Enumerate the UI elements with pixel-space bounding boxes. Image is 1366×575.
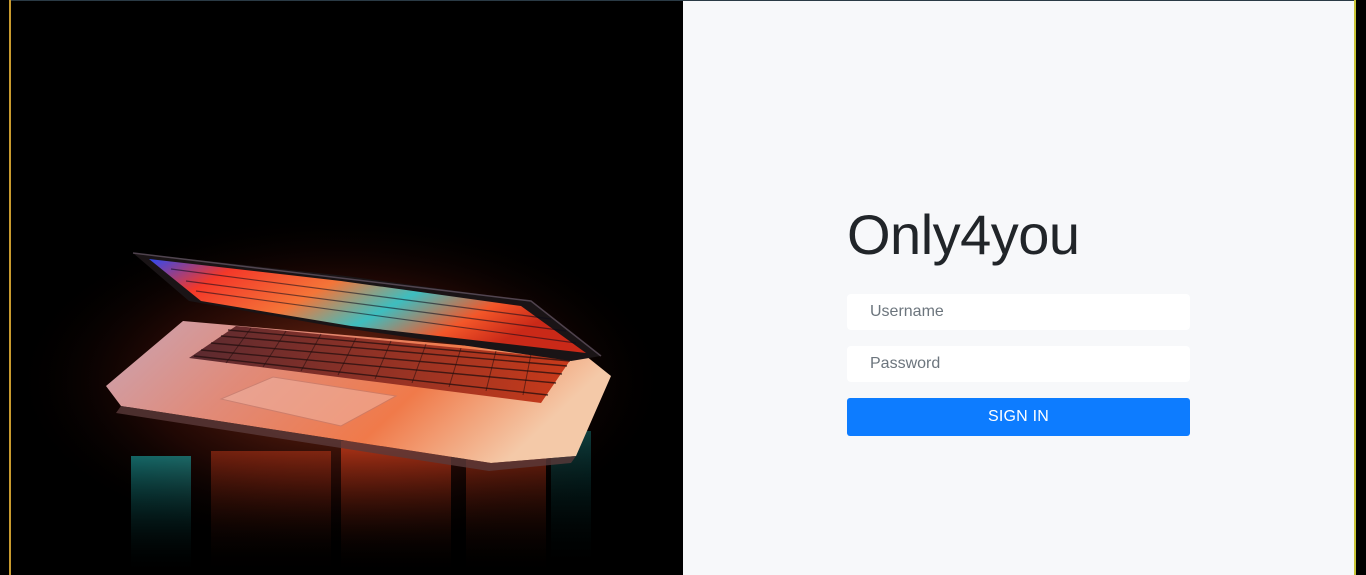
- username-input[interactable]: [847, 294, 1190, 330]
- frame-edge-right: [1354, 0, 1356, 575]
- login-form: Only4you SIGN IN: [847, 203, 1190, 436]
- hero-image-laptop: [11, 1, 683, 575]
- login-panel: Only4you SIGN IN: [683, 1, 1354, 575]
- password-input[interactable]: [847, 346, 1190, 382]
- sign-in-button[interactable]: SIGN IN: [847, 398, 1190, 436]
- login-page: Only4you SIGN IN: [0, 0, 1366, 575]
- brand-title: Only4you: [847, 203, 1080, 266]
